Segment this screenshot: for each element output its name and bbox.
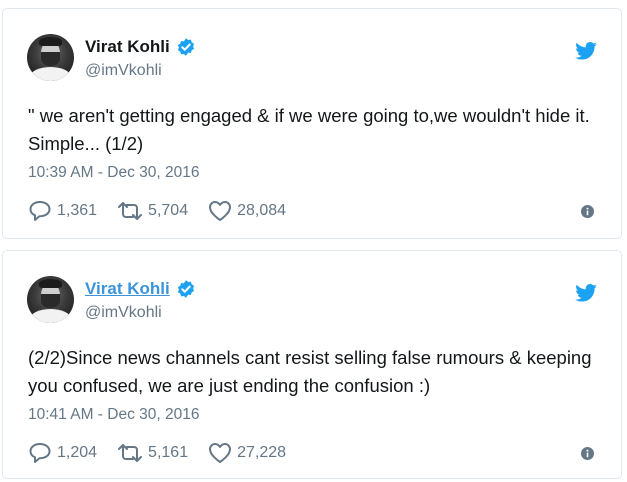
twitter-bird-icon[interactable] — [575, 42, 597, 60]
verified-badge-icon — [177, 38, 194, 56]
verified-badge-icon — [177, 280, 194, 298]
heart-icon — [209, 443, 232, 463]
tweet-actions: 1,361 5,704 28,084 — [28, 200, 306, 222]
tweet-text: " we aren't getting engaged & if we were… — [28, 105, 590, 154]
reply-icon — [29, 443, 51, 463]
retweet-count: 5,161 — [148, 444, 189, 461]
info-icon[interactable] — [581, 447, 594, 460]
retweet-icon — [118, 202, 143, 220]
retweet-button[interactable]: 5,704 — [117, 201, 188, 221]
like-count: 27,228 — [237, 444, 287, 461]
heart-icon — [209, 201, 232, 221]
tweet-timestamp[interactable]: 10:39 AM - Dec 30, 2016 — [28, 164, 199, 182]
reply-icon — [29, 201, 51, 221]
tweet-card[interactable]: Virat Kohli @imVkohli (2/2)Since news ch… — [2, 250, 622, 479]
like-button[interactable]: 28,084 — [208, 200, 286, 222]
reply-count: 1,361 — [57, 202, 98, 219]
author-row: Virat Kohli — [85, 37, 196, 57]
twitter-bird-icon[interactable] — [575, 284, 597, 302]
author-name[interactable]: Virat Kohli — [85, 37, 170, 57]
tweet-timestamp[interactable]: 10:41 AM - Dec 30, 2016 — [28, 406, 199, 424]
like-button[interactable]: 27,228 — [208, 442, 286, 464]
author-handle[interactable]: @imVkohli — [85, 62, 162, 80]
like-count: 28,084 — [237, 202, 287, 219]
retweet-icon — [118, 444, 143, 462]
tweet-text: (2/2)Since news channels cant resist sel… — [28, 347, 592, 396]
author-handle[interactable]: @imVkohli — [85, 304, 162, 322]
info-icon[interactable] — [581, 205, 594, 218]
avatar[interactable] — [27, 34, 74, 81]
reply-button[interactable]: 1,204 — [28, 442, 97, 464]
avatar[interactable] — [27, 276, 74, 323]
retweet-button[interactable]: 5,161 — [117, 443, 188, 463]
tweet-actions: 1,204 5,161 27,228 — [28, 442, 306, 464]
reply-button[interactable]: 1,361 — [28, 200, 97, 222]
reply-count: 1,204 — [57, 444, 98, 461]
author-name[interactable]: Virat Kohli — [85, 279, 170, 299]
tweet-card[interactable]: Virat Kohli @imVkohli " we aren't gettin… — [2, 8, 622, 239]
author-row: Virat Kohli — [85, 279, 196, 299]
retweet-count: 5,704 — [148, 202, 189, 219]
